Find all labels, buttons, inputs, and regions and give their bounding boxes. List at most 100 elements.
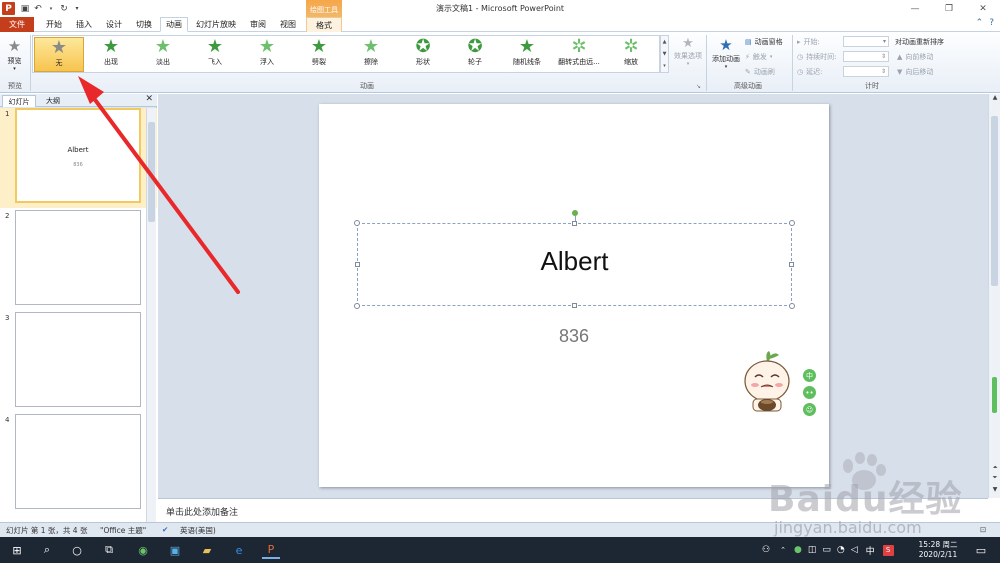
- gallery-item-grow-turn[interactable]: ✲ 翻转式由远...: [554, 37, 604, 72]
- customize-qat-icon[interactable]: ▾: [71, 2, 83, 15]
- notification-icon[interactable]: ▭: [972, 541, 990, 559]
- minimize-icon[interactable]: —: [898, 0, 932, 17]
- network-icon[interactable]: ◔: [837, 545, 845, 555]
- people-icon[interactable]: ⚇: [762, 545, 770, 555]
- slide-thumbnail-row[interactable]: 4: [0, 414, 157, 514]
- slide-canvas[interactable]: Albert 836 中 •• ☺: [319, 104, 829, 487]
- resize-handle[interactable]: [354, 303, 360, 309]
- slide-thumbnail[interactable]: Albert 836: [15, 108, 141, 203]
- close-icon[interactable]: ✕: [966, 0, 1000, 17]
- tab-view[interactable]: 视图: [274, 17, 302, 32]
- wechat-icon[interactable]: ●: [794, 545, 802, 555]
- move-later-button[interactable]: ▼ 向后移动: [897, 67, 933, 77]
- edge-browser-icon[interactable]: e: [230, 541, 248, 559]
- trigger-button[interactable]: ⚡ 触发 ▾: [745, 52, 772, 62]
- resize-handle[interactable]: [572, 303, 577, 308]
- tab-transitions[interactable]: 切换: [130, 17, 158, 32]
- notes-placeholder[interactable]: 单击此处添加备注: [166, 505, 238, 518]
- tab-home[interactable]: 开始: [40, 17, 68, 32]
- gallery-scroll[interactable]: ▲ ▼ ▾: [660, 35, 669, 73]
- resize-handle[interactable]: [789, 303, 795, 309]
- tab-animations[interactable]: 动画: [160, 17, 188, 32]
- redo-icon[interactable]: ↻: [58, 2, 70, 15]
- tab-insert[interactable]: 插入: [70, 17, 98, 32]
- tray-expand-icon[interactable]: ⌃: [780, 546, 786, 554]
- tab-slideshow[interactable]: 幻灯片放映: [192, 17, 240, 32]
- browser-360-icon[interactable]: ◉: [134, 541, 152, 559]
- gallery-item-wheel[interactable]: ✪ 轮子: [450, 37, 500, 72]
- gallery-item-fade[interactable]: ★ 淡出: [138, 37, 188, 72]
- scroll-up-icon[interactable]: ▲: [989, 94, 1000, 101]
- language-status[interactable]: 英语(美国): [180, 525, 216, 536]
- slide-subtitle[interactable]: 836: [319, 326, 829, 347]
- animation-pane-button[interactable]: ▤ 动画窗格: [745, 37, 783, 47]
- tab-outline[interactable]: 大纲: [38, 95, 68, 107]
- gallery-item-wipe[interactable]: ★ 擦除: [346, 37, 396, 72]
- help-icon[interactable]: ?: [989, 18, 994, 28]
- slide-thumbnail[interactable]: [15, 414, 141, 509]
- next-slide-icon[interactable]: ⏷: [989, 474, 1000, 482]
- powerpoint-taskbar-icon[interactable]: P: [262, 541, 280, 559]
- gallery-item-appear[interactable]: ★ 出现: [86, 37, 136, 72]
- powerpoint-logo-icon[interactable]: P: [2, 2, 15, 15]
- panel-close-icon[interactable]: ✕: [145, 94, 153, 104]
- slide-thumbnail-row[interactable]: 3: [0, 312, 157, 412]
- tab-format[interactable]: 格式: [306, 17, 342, 32]
- restore-icon[interactable]: ❐: [932, 0, 966, 17]
- slide-thumbnail-row[interactable]: 1 Albert 836: [0, 108, 157, 208]
- tray-app-icon[interactable]: ◫: [808, 545, 817, 555]
- sogou-ime-icon[interactable]: S: [882, 544, 894, 556]
- ime-mode[interactable]: 中: [866, 544, 875, 557]
- gallery-more-icon[interactable]: ▾: [663, 63, 666, 69]
- gallery-item-random-bars[interactable]: ★ 随机线条: [502, 37, 552, 72]
- tab-design[interactable]: 设计: [100, 17, 128, 32]
- undo-dropdown-icon[interactable]: ▾: [45, 2, 57, 15]
- fit-slide-icon[interactable]: ⊡: [980, 525, 986, 534]
- minimize-ribbon-icon[interactable]: ⌃: [976, 18, 984, 28]
- gallery-item-shape[interactable]: ✪ 形状: [398, 37, 448, 72]
- start-select[interactable]: ▾: [843, 36, 889, 47]
- gallery-item-split[interactable]: ★ 劈裂: [294, 37, 344, 72]
- ime-punctuation-icon[interactable]: ••: [803, 386, 816, 399]
- task-view-icon[interactable]: ⧉: [100, 541, 118, 559]
- dialog-launcher-icon[interactable]: ↘: [696, 83, 701, 90]
- gallery-down-icon[interactable]: ▼: [663, 51, 667, 57]
- tab-review[interactable]: 审阅: [244, 17, 272, 32]
- slide-title[interactable]: Albert: [358, 246, 791, 277]
- slide-scrollbar[interactable]: ▲ ⏶ ⏷ ▼: [988, 94, 1000, 498]
- panel-scroll-thumb[interactable]: [148, 122, 155, 222]
- effect-options-button[interactable]: ★ 效果选项 ▾: [670, 36, 706, 67]
- file-explorer-icon[interactable]: ▰: [198, 541, 216, 559]
- ime-chinese-icon[interactable]: 中: [803, 369, 816, 382]
- add-animation-button[interactable]: ★ 添加动画 ▾: [708, 36, 744, 70]
- notes-pane[interactable]: 单击此处添加备注: [158, 498, 988, 522]
- move-earlier-button[interactable]: ▲ 向前移动: [897, 52, 933, 62]
- spellcheck-icon[interactable]: ✔: [162, 525, 168, 534]
- preview-button[interactable]: ★ 预览 ▾: [2, 36, 27, 76]
- resize-handle[interactable]: [789, 220, 795, 226]
- scroll-down-icon[interactable]: ▼: [989, 486, 1000, 493]
- display-icon[interactable]: ▭: [822, 545, 831, 555]
- tab-slides[interactable]: 幻灯片: [2, 95, 36, 107]
- ime-emoji-icon[interactable]: ☺: [803, 403, 816, 416]
- title-placeholder[interactable]: Albert: [354, 210, 795, 309]
- cortana-icon[interactable]: ○: [68, 541, 86, 559]
- slide-thumbnail[interactable]: [15, 210, 141, 305]
- gallery-item-float-in[interactable]: ★ 浮入: [242, 37, 292, 72]
- slide-scroll-thumb[interactable]: [991, 116, 998, 286]
- panel-scrollbar[interactable]: [146, 108, 156, 522]
- tab-file[interactable]: 文件: [0, 17, 34, 32]
- rotation-handle[interactable]: [572, 210, 578, 216]
- volume-icon[interactable]: ◁: [851, 545, 858, 555]
- duration-spinner[interactable]: ⇕: [843, 51, 889, 62]
- clock[interactable]: 15:28 周二 2020/2/11: [916, 540, 960, 560]
- resize-handle[interactable]: [572, 221, 577, 226]
- windows-start-icon[interactable]: ⊞: [8, 541, 26, 559]
- slide-thumbnail-row[interactable]: 2: [0, 210, 157, 310]
- gallery-up-icon[interactable]: ▲: [663, 39, 667, 45]
- gallery-item-none[interactable]: ★ 无: [34, 37, 84, 72]
- gallery-item-zoom[interactable]: ✲ 缩放: [606, 37, 656, 72]
- gallery-item-fly-in[interactable]: ★ 飞入: [190, 37, 240, 72]
- prev-slide-icon[interactable]: ⏶: [989, 464, 1000, 472]
- search-icon[interactable]: ⌕: [38, 541, 56, 559]
